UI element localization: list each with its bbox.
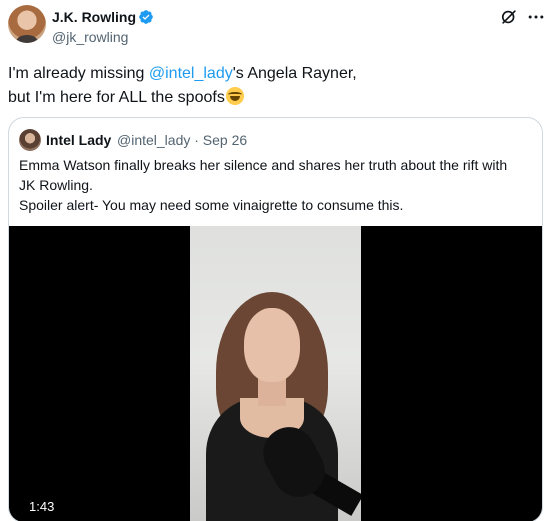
quoted-text-line: Emma Watson finally breaks her silence a…	[19, 157, 508, 173]
rolling-laughing-emoji-icon	[225, 87, 244, 105]
tweet-text-part: 's Angela Rayner,	[232, 65, 357, 82]
quoted-author-avatar[interactable]	[19, 129, 41, 151]
verified-badge-icon	[139, 10, 153, 24]
quoted-tweet-card[interactable]: Intel Lady @intel_lady · Sep 26 Emma Wat…	[8, 117, 543, 521]
quoted-text-line: Spoiler alert- You may need some vinaigr…	[19, 197, 404, 213]
author-handle[interactable]: @jk_rowling	[52, 29, 128, 45]
mention-link[interactable]: @intel_lady	[149, 65, 233, 82]
more-options-icon[interactable]	[526, 7, 546, 27]
quoted-tweet-text: Emma Watson finally breaks her silence a…	[19, 155, 534, 215]
quoted-author-handle-date[interactable]: @intel_lady · Sep 26	[117, 132, 247, 148]
tweet-text-line2: but I'm here for ALL the spoofs	[8, 89, 225, 106]
video-face-shape	[244, 308, 300, 382]
video-duration: 1:43	[29, 499, 55, 514]
tweet[interactable]: J.K. Rowling @jk_rowling I'm already mis…	[0, 0, 550, 521]
video-player[interactable]: 1:43	[9, 226, 542, 521]
video-frame	[190, 226, 361, 521]
grok-icon[interactable]	[499, 7, 519, 27]
tweet-text-part: I'm already missing	[8, 65, 149, 82]
quoted-author-name[interactable]: Intel Lady	[46, 132, 111, 148]
tweet-text: I'm already missing @intel_lady's Angela…	[8, 62, 528, 110]
quoted-text-line: JK Rowling.	[19, 177, 93, 193]
author-avatar[interactable]	[8, 5, 46, 43]
author-name[interactable]: J.K. Rowling	[52, 9, 136, 25]
